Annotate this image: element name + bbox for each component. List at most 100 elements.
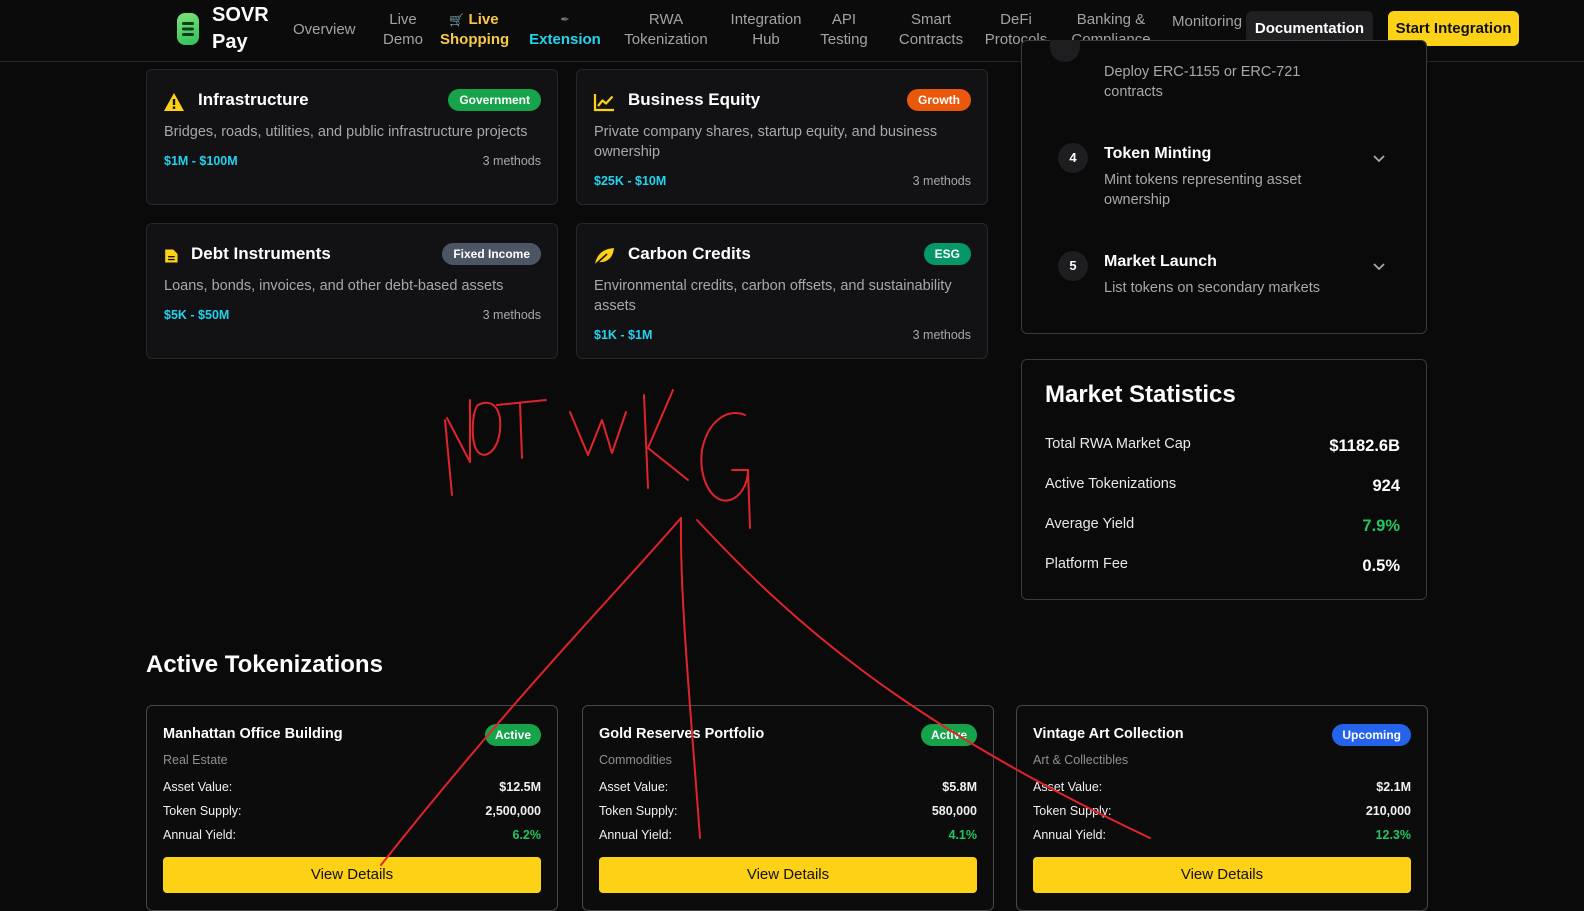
step-description: Deploy ERC-1155 or ERC-721 contracts xyxy=(1104,64,1301,100)
row-value: 2,500,000 xyxy=(485,804,541,818)
warning-icon xyxy=(164,93,184,111)
cart-icon: 🛒 xyxy=(449,13,465,27)
chevron-down-icon[interactable] xyxy=(1372,262,1386,272)
stat-value: 7.9% xyxy=(1362,517,1400,535)
category-methods-count: 3 methods xyxy=(482,308,541,322)
nav-live-shopping[interactable]: 🛒 Live Shopping xyxy=(440,10,509,50)
stat-value: 924 xyxy=(1372,477,1400,495)
annual-yield-row: Annual Yield: 12.3% xyxy=(1033,828,1411,846)
row-label: Token Supply: xyxy=(1033,804,1112,818)
nav-extension-label: Extension xyxy=(529,31,601,48)
tokenization-category: Real Estate xyxy=(163,753,228,767)
wrench-icon: ✒ xyxy=(560,14,570,26)
row-value: 6.2% xyxy=(512,828,542,842)
nav-integration-hub[interactable]: Integration Hub xyxy=(726,10,806,50)
category-methods-count: 3 methods xyxy=(912,328,971,342)
step-number: 5 xyxy=(1058,251,1088,281)
category-title: Debt Instruments xyxy=(191,244,331,263)
category-value-range: $1K - $1M xyxy=(594,328,653,342)
nav-extension[interactable]: ✒ Extension xyxy=(528,10,602,50)
category-card-infrastructure[interactable]: Infrastructure Government Bridges, roads… xyxy=(146,69,558,205)
category-description: Bridges, roads, utilities, and public in… xyxy=(164,124,528,140)
tokenization-card-gold: Gold Reserves Portfolio Active Commoditi… xyxy=(582,705,994,911)
document-icon xyxy=(165,249,178,263)
view-details-button[interactable]: View Details xyxy=(599,857,977,893)
stat-label: Platform Fee xyxy=(1045,556,1128,572)
tokenization-card-manhattan: Manhattan Office Building Active Real Es… xyxy=(146,705,558,911)
row-label: Asset Value: xyxy=(163,780,233,794)
market-statistics-title: Market Statistics xyxy=(1045,381,1236,408)
chart-line-icon xyxy=(593,94,614,112)
row-label: Annual Yield: xyxy=(599,828,672,842)
category-badge: ESG xyxy=(923,243,971,265)
row-label: Annual Yield: xyxy=(1033,828,1106,842)
nav-live-demo-label: Live Demo xyxy=(382,11,423,48)
step-number: 4 xyxy=(1058,143,1088,173)
category-description: Environmental credits, carbon offsets, a… xyxy=(594,278,952,314)
token-supply-row: Token Supply: 210,000 xyxy=(1033,804,1411,822)
category-title: Carbon Credits xyxy=(628,244,751,263)
row-value: 12.3% xyxy=(1375,828,1411,842)
category-value-range: $25K - $10M xyxy=(594,174,667,188)
chevron-down-icon[interactable] xyxy=(1372,154,1386,164)
category-badge: Growth xyxy=(907,89,971,111)
category-card-business-equity[interactable]: Business Equity Growth Private company s… xyxy=(576,69,988,205)
step-description: List tokens on secondary markets xyxy=(1104,280,1320,296)
nav-api-testing[interactable]: API Testing xyxy=(818,10,870,50)
row-label: Token Supply: xyxy=(163,804,242,818)
asset-value-row: Asset Value: $5.8M xyxy=(599,780,977,798)
tokenization-card-vintage-art: Vintage Art Collection Upcoming Art & Co… xyxy=(1016,705,1428,911)
nav-rwa-tokenization[interactable]: RWA Tokenization xyxy=(618,10,714,50)
row-label: Token Supply: xyxy=(599,804,678,818)
annual-yield-row: Annual Yield: 4.1% xyxy=(599,828,977,846)
row-label: Asset Value: xyxy=(599,780,669,794)
row-value: $2.1M xyxy=(1376,780,1411,794)
annual-yield-row: Annual Yield: 6.2% xyxy=(163,828,541,846)
row-value: $5.8M xyxy=(942,780,977,794)
tokenization-category: Commodities xyxy=(599,753,672,767)
row-label: Annual Yield: xyxy=(163,828,236,842)
step-title: Token Minting xyxy=(1104,145,1212,162)
status-badge: Active xyxy=(484,724,541,746)
status-badge: Upcoming xyxy=(1332,724,1411,746)
token-supply-row: Token Supply: 2,500,000 xyxy=(163,804,541,822)
row-value: 580,000 xyxy=(931,804,977,818)
category-description: Private company shares, startup equity, … xyxy=(594,124,938,160)
category-title: Infrastructure xyxy=(198,90,309,109)
brand-name[interactable]: SOVR Pay xyxy=(212,2,282,56)
row-value: 210,000 xyxy=(1365,804,1411,818)
category-badge: Government xyxy=(448,89,541,111)
view-details-button[interactable]: View Details xyxy=(1033,857,1411,893)
stat-label: Total RWA Market Cap xyxy=(1045,436,1191,452)
stat-value: $1182.6B xyxy=(1329,437,1400,455)
tokenization-category: Art & Collectibles xyxy=(1033,753,1129,767)
token-supply-row: Token Supply: 580,000 xyxy=(599,804,977,822)
row-value: $12.5M xyxy=(499,780,541,794)
row-value: 4.1% xyxy=(948,828,978,842)
category-card-carbon-credits[interactable]: Carbon Credits ESG Environmental credits… xyxy=(576,223,988,359)
category-badge: Fixed Income xyxy=(442,243,541,265)
nav-monitoring[interactable]: Monitoring xyxy=(1172,12,1242,32)
nav-live-demo[interactable]: Live Demo xyxy=(381,10,425,50)
category-card-debt-instruments[interactable]: Debt Instruments Fixed Income Loans, bon… xyxy=(146,223,558,359)
sovr-logo-icon[interactable] xyxy=(177,13,199,45)
asset-value-row: Asset Value: $2.1M xyxy=(1033,780,1411,798)
nav-overview[interactable]: Overview xyxy=(293,20,356,40)
category-description: Loans, bonds, invoices, and other debt-b… xyxy=(164,278,504,294)
leaf-icon xyxy=(595,248,614,265)
step-title: Market Launch xyxy=(1104,253,1217,270)
category-methods-count: 3 methods xyxy=(912,174,971,188)
nav-smart-contracts[interactable]: Smart Contracts xyxy=(890,10,972,50)
tokenization-name: Vintage Art Collection xyxy=(1033,726,1184,742)
asset-value-row: Asset Value: $12.5M xyxy=(163,780,541,798)
category-value-range: $1M - $100M xyxy=(164,154,238,168)
row-label: Asset Value: xyxy=(1033,780,1103,794)
tokenization-name: Gold Reserves Portfolio xyxy=(599,726,765,742)
stat-label: Active Tokenizations xyxy=(1045,476,1177,492)
stat-label: Average Yield xyxy=(1045,516,1135,532)
category-methods-count: 3 methods xyxy=(482,154,541,168)
view-details-button[interactable]: View Details xyxy=(163,857,541,893)
status-badge: Active xyxy=(920,724,977,746)
category-value-range: $5K - $50M xyxy=(164,308,230,322)
category-title: Business Equity xyxy=(628,90,761,109)
